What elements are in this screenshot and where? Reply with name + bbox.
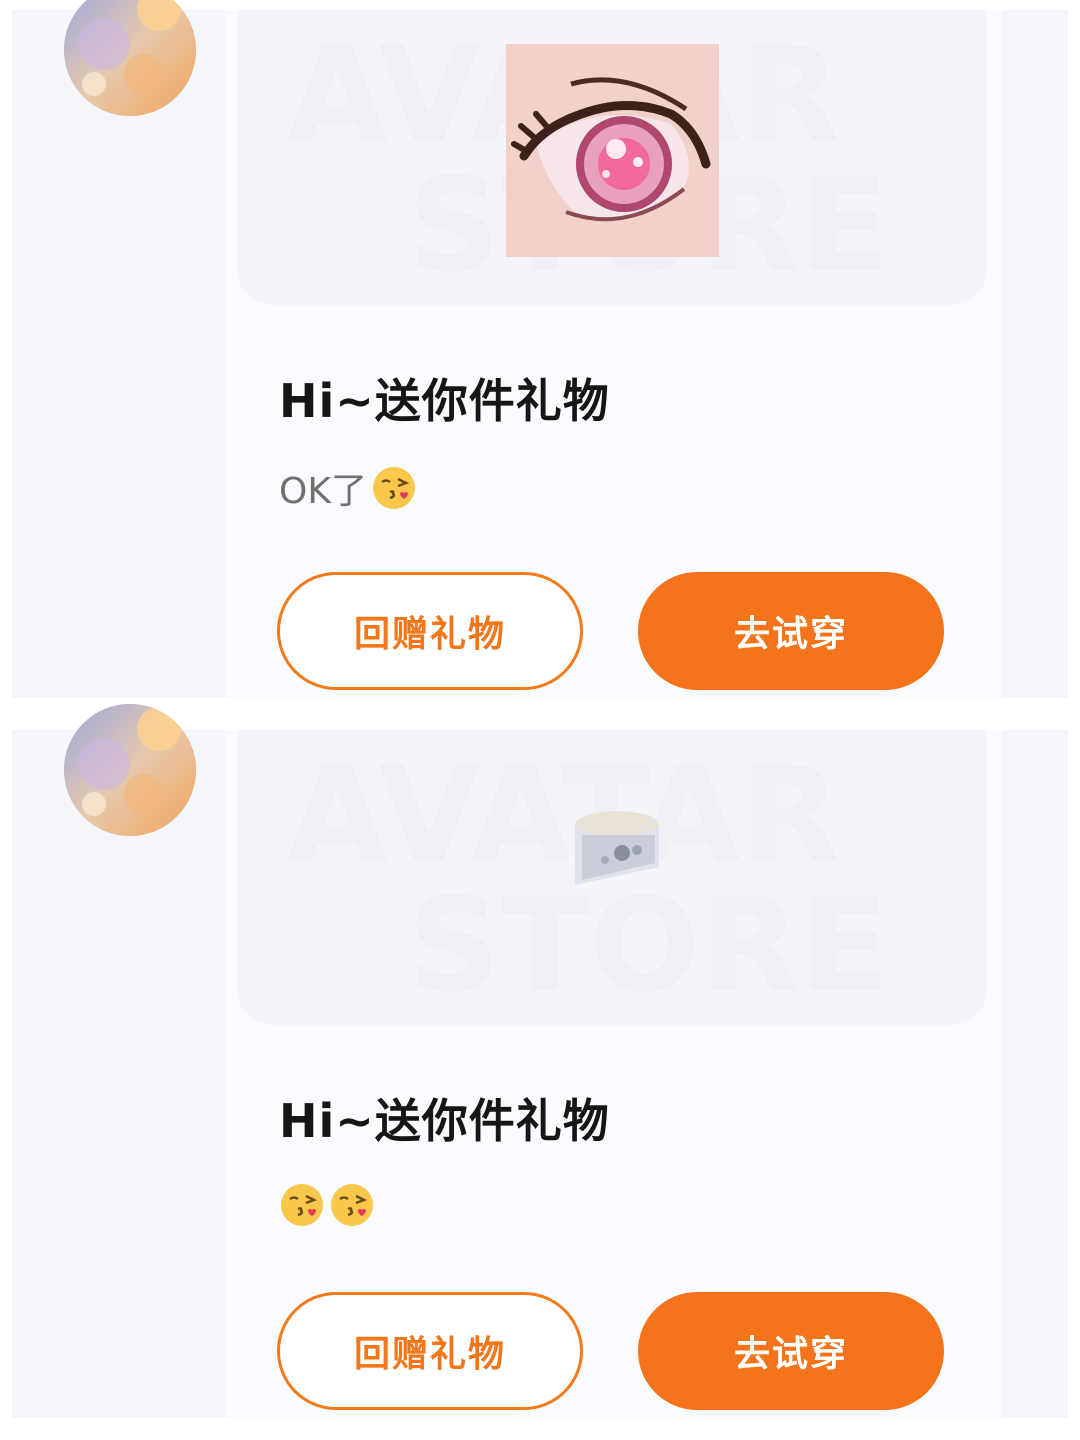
return-gift-button[interactable]: 回赠礼物 bbox=[277, 572, 583, 690]
gift-preview[interactable]: AVATAR STORE bbox=[237, 730, 987, 1025]
avatar-image bbox=[64, 704, 196, 836]
anime-eye-icon bbox=[506, 44, 719, 257]
right-gutter bbox=[1002, 730, 1068, 1418]
message-text: OK了 bbox=[279, 471, 367, 512]
chat-screen: AVATAR STORE bbox=[0, 0, 1080, 1440]
gift-message-text bbox=[279, 1182, 375, 1228]
gift-card: AVATAR STORE bbox=[225, 10, 1002, 698]
gift-title: Hi~送你件礼物 bbox=[279, 374, 610, 428]
kissing-face-icon bbox=[281, 1184, 323, 1226]
right-gutter bbox=[1002, 10, 1068, 698]
gift-preview[interactable]: AVATAR STORE bbox=[237, 10, 987, 305]
gift-message-2: AVATAR STORE Hi~送你件礼物 回赠礼物 去试穿 bbox=[0, 704, 1080, 1420]
gift-card: AVATAR STORE Hi~送你件礼物 回赠礼物 去试穿 bbox=[225, 730, 1002, 1418]
kissing-face-icon bbox=[331, 1184, 373, 1226]
return-gift-button[interactable]: 回赠礼物 bbox=[277, 1292, 583, 1410]
sender-avatar[interactable] bbox=[64, 704, 196, 836]
try-on-button[interactable]: 去试穿 bbox=[638, 572, 944, 690]
gift-message-text: OK了 bbox=[279, 462, 417, 514]
gift-message-1: AVATAR STORE bbox=[0, 0, 1080, 700]
hat-brim-icon bbox=[575, 811, 659, 885]
try-on-button[interactable]: 去试穿 bbox=[638, 1292, 944, 1410]
gift-title: Hi~送你件礼物 bbox=[279, 1094, 610, 1148]
kissing-face-icon bbox=[372, 467, 415, 509]
